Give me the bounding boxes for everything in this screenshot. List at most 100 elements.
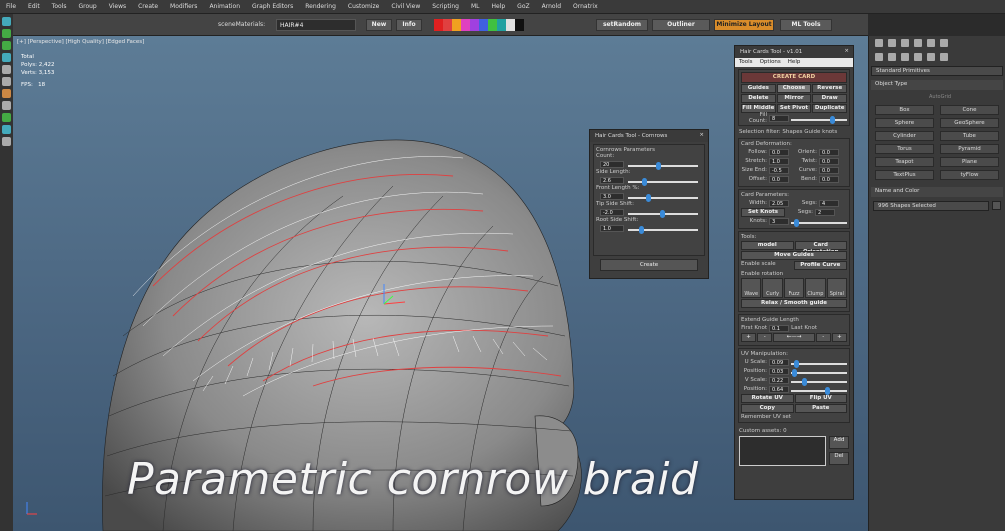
menu-item[interactable]: Views bbox=[109, 3, 126, 10]
v-position-slider[interactable] bbox=[791, 387, 847, 395]
enable-rotation-checkbox[interactable]: Enable rotation bbox=[741, 271, 783, 277]
menu-item[interactable]: ML bbox=[471, 3, 480, 10]
tip-shift-slider[interactable] bbox=[628, 210, 698, 218]
side-length-spinner[interactable]: 2.6 bbox=[600, 176, 624, 184]
primitives-dropdown[interactable]: Standard Primitives bbox=[871, 66, 1003, 76]
u-position-spinner[interactable]: 0.03 bbox=[769, 367, 789, 375]
last-plus-button[interactable]: + bbox=[831, 333, 847, 342]
object-type-button[interactable]: Sphere bbox=[875, 118, 934, 128]
front-length-slider[interactable] bbox=[628, 194, 698, 202]
choose-button[interactable]: Choose bbox=[776, 84, 812, 93]
hierarchy-icon[interactable] bbox=[901, 39, 909, 47]
flip-uv-button[interactable]: Flip UV bbox=[794, 394, 847, 403]
menu-item[interactable]: Group bbox=[78, 3, 96, 10]
color-swatch[interactable] bbox=[506, 19, 515, 31]
add-button[interactable]: Add bbox=[829, 436, 849, 449]
close-icon[interactable]: × bbox=[844, 48, 849, 54]
draw-button[interactable]: Draw bbox=[812, 94, 848, 103]
new-button[interactable]: New bbox=[366, 19, 392, 31]
color-swatch[interactable] bbox=[497, 19, 506, 31]
move-guides-button[interactable]: Move Guides bbox=[741, 251, 847, 260]
last-minus-button[interactable]: - bbox=[815, 333, 831, 342]
object-type-button[interactable]: Torus bbox=[875, 144, 934, 154]
curly-icon[interactable]: Curly bbox=[762, 278, 783, 298]
menu-item[interactable]: Civil View bbox=[391, 3, 420, 10]
guides-button[interactable]: Guides bbox=[741, 84, 776, 93]
tool-icon[interactable] bbox=[2, 89, 11, 98]
object-type-header[interactable]: Object Type bbox=[871, 80, 1003, 90]
model-button[interactable]: model bbox=[741, 241, 794, 250]
tool-icon[interactable] bbox=[2, 17, 11, 26]
knots-slider[interactable] bbox=[791, 219, 847, 227]
object-type-button[interactable]: Box bbox=[875, 105, 934, 115]
offset-spinner[interactable]: 0.0 bbox=[769, 175, 789, 183]
tool-icon[interactable] bbox=[2, 125, 11, 134]
color-swatch[interactable] bbox=[488, 19, 497, 31]
v-position-spinner[interactable]: 0.64 bbox=[769, 385, 789, 393]
color-swatch[interactable] bbox=[452, 19, 461, 31]
viewport-label[interactable]: [+] [Perspective] [High Quality] [Edged … bbox=[17, 39, 144, 45]
fill-count-spinner[interactable]: 8 bbox=[769, 114, 789, 122]
geometry-icon[interactable] bbox=[875, 53, 883, 61]
menu-item[interactable]: Scripting bbox=[432, 3, 459, 10]
profile-curve-button[interactable]: Profile Curve bbox=[793, 261, 847, 270]
tool-icon[interactable] bbox=[2, 53, 11, 62]
menu-item[interactable]: Ornatrix bbox=[573, 3, 598, 10]
color-swatch[interactable] bbox=[479, 19, 488, 31]
color-swatch[interactable] bbox=[434, 19, 443, 31]
del-button[interactable]: Del bbox=[829, 452, 849, 465]
stretch-spinner[interactable]: 1.0 bbox=[769, 157, 789, 165]
display-icon[interactable] bbox=[927, 39, 935, 47]
outliner-button[interactable]: Outliner bbox=[652, 19, 710, 31]
info-button[interactable]: Info bbox=[396, 19, 422, 31]
menu-item[interactable]: Rendering bbox=[305, 3, 336, 10]
menu-help[interactable]: Help bbox=[788, 59, 801, 65]
tip-shift-spinner[interactable]: -2.0 bbox=[600, 208, 624, 216]
setrandom-button[interactable]: setRandom bbox=[596, 19, 648, 31]
wave-icon[interactable]: Wave bbox=[741, 278, 762, 298]
root-shift-slider[interactable] bbox=[628, 226, 698, 234]
custom-assets-list[interactable] bbox=[739, 436, 826, 466]
spacewarps-icon[interactable] bbox=[940, 53, 948, 61]
follow-spinner[interactable]: 0.0 bbox=[769, 148, 789, 156]
extend-value-spinner[interactable]: 0.1 bbox=[769, 324, 789, 332]
modify-icon[interactable] bbox=[888, 39, 896, 47]
menu-item[interactable]: Arnold bbox=[542, 3, 561, 10]
paste-button[interactable]: Paste bbox=[794, 404, 847, 413]
u-scale-slider[interactable] bbox=[791, 360, 847, 368]
object-type-button[interactable]: Cylinder bbox=[875, 131, 934, 141]
bend-spinner[interactable]: 0.0 bbox=[819, 175, 839, 183]
cameras-icon[interactable] bbox=[914, 53, 922, 61]
width-spinner[interactable]: 2.05 bbox=[769, 199, 789, 207]
count-slider[interactable] bbox=[628, 162, 698, 170]
create-button[interactable]: Create bbox=[600, 259, 698, 271]
object-type-button[interactable]: Cone bbox=[940, 105, 999, 115]
set-knots-button[interactable]: Set Knots bbox=[741, 207, 785, 217]
shapes-icon[interactable] bbox=[888, 53, 896, 61]
create-category-tabs[interactable] bbox=[869, 50, 1005, 64]
object-type-button[interactable]: Pyramid bbox=[940, 144, 999, 154]
fill-count-slider[interactable] bbox=[791, 116, 847, 124]
set-pivot-button[interactable]: Set Pivot bbox=[776, 104, 812, 113]
clump-icon[interactable]: Clump bbox=[805, 278, 826, 298]
menu-item[interactable]: Help bbox=[491, 3, 505, 10]
spiral-icon[interactable]: Spiral bbox=[826, 278, 848, 298]
side-length-slider[interactable] bbox=[628, 178, 698, 186]
first-minus-button[interactable]: - bbox=[757, 333, 773, 342]
relax-smooth-button[interactable]: Relax / Smooth guide bbox=[741, 299, 847, 308]
tool-icon[interactable] bbox=[2, 29, 11, 38]
card-orientation-button[interactable]: Card Orientation bbox=[794, 241, 847, 255]
menu-item[interactable]: Modifiers bbox=[170, 3, 197, 10]
remember-uv-checkbox[interactable]: Remember UV set bbox=[741, 414, 847, 420]
menu-item[interactable]: Tools bbox=[52, 3, 67, 10]
menu-item[interactable]: Edit bbox=[28, 3, 40, 10]
menu-options[interactable]: Options bbox=[760, 59, 781, 65]
color-swatch[interactable] bbox=[992, 201, 1001, 210]
create-icon[interactable] bbox=[875, 39, 883, 47]
size-end-spinner[interactable]: -0.5 bbox=[769, 166, 789, 174]
enable-scale-checkbox[interactable]: Enable scale bbox=[741, 261, 793, 270]
object-type-button[interactable]: Teapot bbox=[875, 157, 934, 167]
copy-button[interactable]: Copy bbox=[741, 404, 794, 413]
color-swatch[interactable] bbox=[443, 19, 452, 31]
name-field[interactable]: 996 Shapes Selected bbox=[873, 201, 989, 211]
